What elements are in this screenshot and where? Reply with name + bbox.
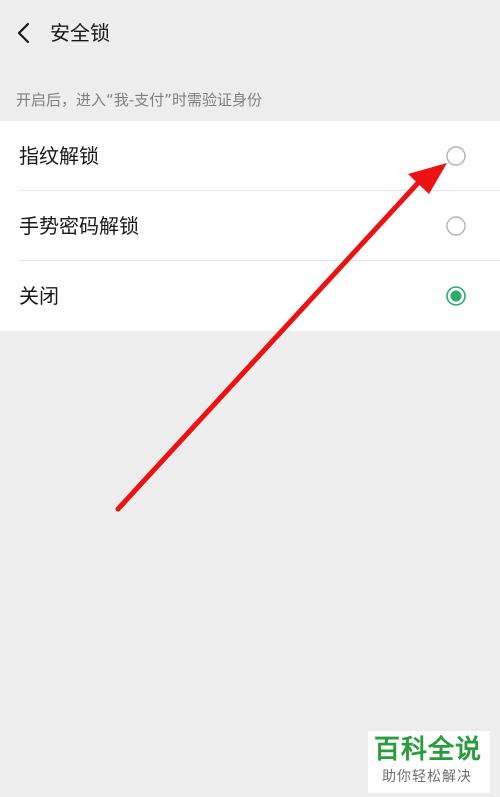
section-hint: 开启后，进入“我-支付”时需验证身份	[16, 91, 262, 109]
watermark-title: 百科全说	[374, 735, 483, 765]
option-off[interactable]: 关闭	[0, 261, 500, 331]
radio-unselected-icon[interactable]	[446, 216, 466, 236]
chevron-left-icon	[17, 22, 30, 44]
radio-unselected-icon[interactable]	[446, 146, 466, 166]
option-label: 指纹解锁	[19, 144, 99, 168]
option-fingerprint-unlock[interactable]: 指纹解锁	[0, 121, 500, 191]
watermark-subtitle: 助你轻松解决	[382, 769, 472, 785]
option-label: 手势密码解锁	[19, 214, 139, 238]
radio-selected-icon[interactable]	[446, 286, 466, 306]
red-arrow-icon	[115, 163, 447, 512]
lock-options-list: 指纹解锁 手势密码解锁 关闭	[0, 121, 500, 331]
top-bar: 安全锁	[0, 0, 500, 64]
watermark-logo: 百科全说 助你轻松解决	[368, 731, 490, 793]
back-button[interactable]	[8, 17, 40, 49]
page-title: 安全锁	[50, 21, 110, 45]
option-label: 关闭	[19, 284, 59, 308]
option-gesture-password-unlock[interactable]: 手势密码解锁	[0, 191, 500, 261]
